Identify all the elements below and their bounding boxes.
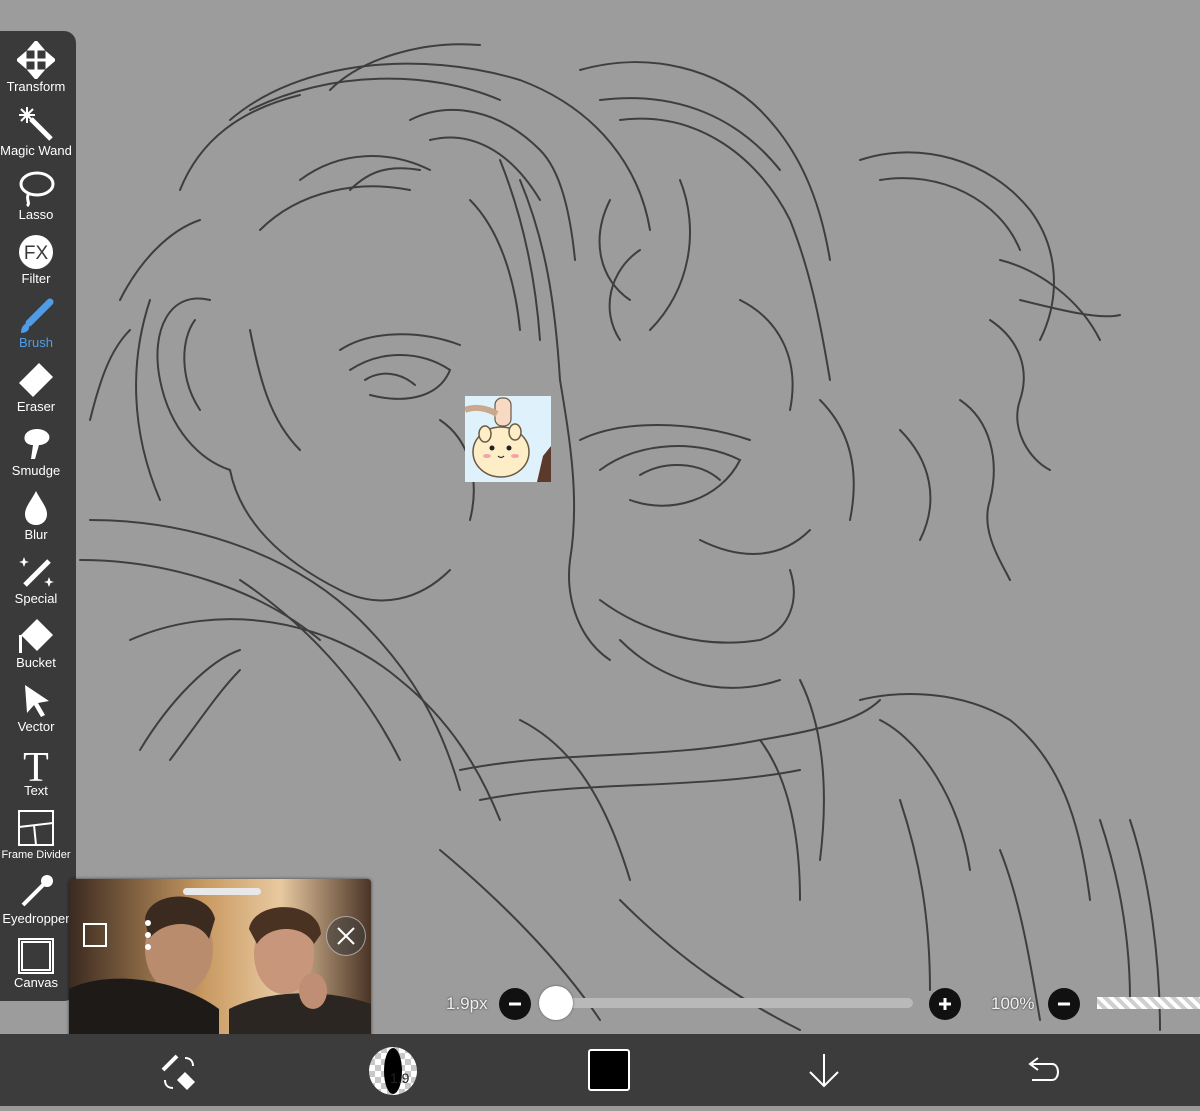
brush-preview-size: 1.9 <box>390 1070 410 1086</box>
tool-label: Blur <box>24 527 48 542</box>
color-swatch-button[interactable] <box>588 1049 630 1091</box>
tool-label: Text <box>24 783 48 798</box>
opacity-slider-track[interactable] <box>1097 997 1200 1009</box>
tool-lasso[interactable]: Lasso <box>0 169 72 233</box>
move-arrows-icon <box>17 41 55 79</box>
tool-label: Eraser <box>16 399 56 414</box>
frame-divider-icon <box>18 810 54 846</box>
tool-label: Special <box>14 591 58 606</box>
tool-label: Smudge <box>11 463 61 478</box>
tool-label: Eyedropper <box>2 911 70 926</box>
plus-icon <box>939 998 951 1010</box>
brush-size-decrease-button[interactable] <box>499 988 531 1020</box>
opacity-decrease-button[interactable] <box>1048 988 1080 1020</box>
tool-eyedropper[interactable]: Eyedropper <box>0 873 72 937</box>
vector-cursor-icon <box>25 685 49 717</box>
opacity-label: 100% <box>991 994 1035 1013</box>
tool-bucket[interactable]: Bucket <box>0 617 72 681</box>
tool-smudge[interactable]: Smudge <box>0 425 72 489</box>
close-reference-button[interactable] <box>326 916 366 956</box>
eyedropper-icon <box>21 875 53 907</box>
tool-text[interactable]: T Text <box>0 745 72 809</box>
tool-blur[interactable]: Blur <box>0 489 72 553</box>
canvas-icon <box>18 938 54 974</box>
tool-label: Vector <box>17 719 55 734</box>
sticker-image[interactable] <box>465 396 551 482</box>
minus-icon <box>509 1002 521 1006</box>
undo-icon <box>1028 1057 1059 1081</box>
download-arrow-icon <box>809 1054 839 1088</box>
tool-filter[interactable]: FX Filter <box>0 233 72 297</box>
special-pen-icon <box>19 557 54 587</box>
tool-eraser[interactable]: Eraser <box>0 361 72 425</box>
lasso-icon <box>19 171 55 207</box>
tool-label: Canvas <box>13 975 59 990</box>
tool-label: Magic Wand <box>0 143 72 158</box>
tool-transform[interactable]: Transform <box>0 41 72 105</box>
eraser-icon <box>19 363 53 397</box>
brush-size-slider-track[interactable] <box>556 998 913 1008</box>
layer-download-button[interactable] <box>800 1034 848 1106</box>
tool-label: Bucket <box>16 655 56 670</box>
text-t-icon: T <box>23 745 49 783</box>
tool-label: Lasso <box>18 207 54 222</box>
magic-wand-icon <box>19 107 53 141</box>
text-icon-glyph: T <box>23 745 49 783</box>
more-vertical-icon[interactable] <box>135 916 161 954</box>
minus-icon <box>1058 1002 1070 1006</box>
reference-resize-icon[interactable] <box>83 923 107 947</box>
tool-frame-divider[interactable]: Frame Divider <box>0 809 72 873</box>
brush-size-slider-thumb[interactable] <box>539 986 573 1020</box>
tool-label: Frame Divider <box>1 849 71 861</box>
tool-brush[interactable]: Brush <box>0 297 72 361</box>
tool-vector[interactable]: Vector <box>0 681 72 745</box>
tool-magic-wand[interactable]: Magic Wand <box>0 105 72 169</box>
brush-eraser-swap-icon <box>161 1054 195 1090</box>
smudge-icon <box>24 429 50 459</box>
tool-canvas[interactable]: Canvas <box>0 937 72 1001</box>
tool-palette: Transform Magic Wand Lasso FX Filter Bru… <box>0 31 76 1001</box>
blur-drop-icon <box>25 491 47 525</box>
fx-icon-text: FX <box>24 243 49 264</box>
brush-eraser-swap-button[interactable] <box>155 1034 203 1106</box>
fx-icon: FX <box>19 235 53 269</box>
close-icon <box>337 927 355 945</box>
brush-size-increase-button[interactable] <box>929 988 961 1020</box>
bucket-icon <box>19 619 53 653</box>
drag-handle[interactable] <box>183 888 261 895</box>
tool-label: Brush <box>19 335 53 350</box>
tool-label: Transform <box>6 79 66 94</box>
undo-button[interactable] <box>1018 1034 1066 1106</box>
chiikawa-sticker-icon <box>465 396 551 482</box>
reference-window[interactable] <box>69 879 371 1039</box>
brush-icon <box>21 298 54 333</box>
brush-size-label: 1.9px <box>446 994 488 1013</box>
tool-special[interactable]: Special <box>0 553 72 617</box>
tool-label: Filter <box>21 271 51 286</box>
reference-photo <box>69 879 371 1039</box>
